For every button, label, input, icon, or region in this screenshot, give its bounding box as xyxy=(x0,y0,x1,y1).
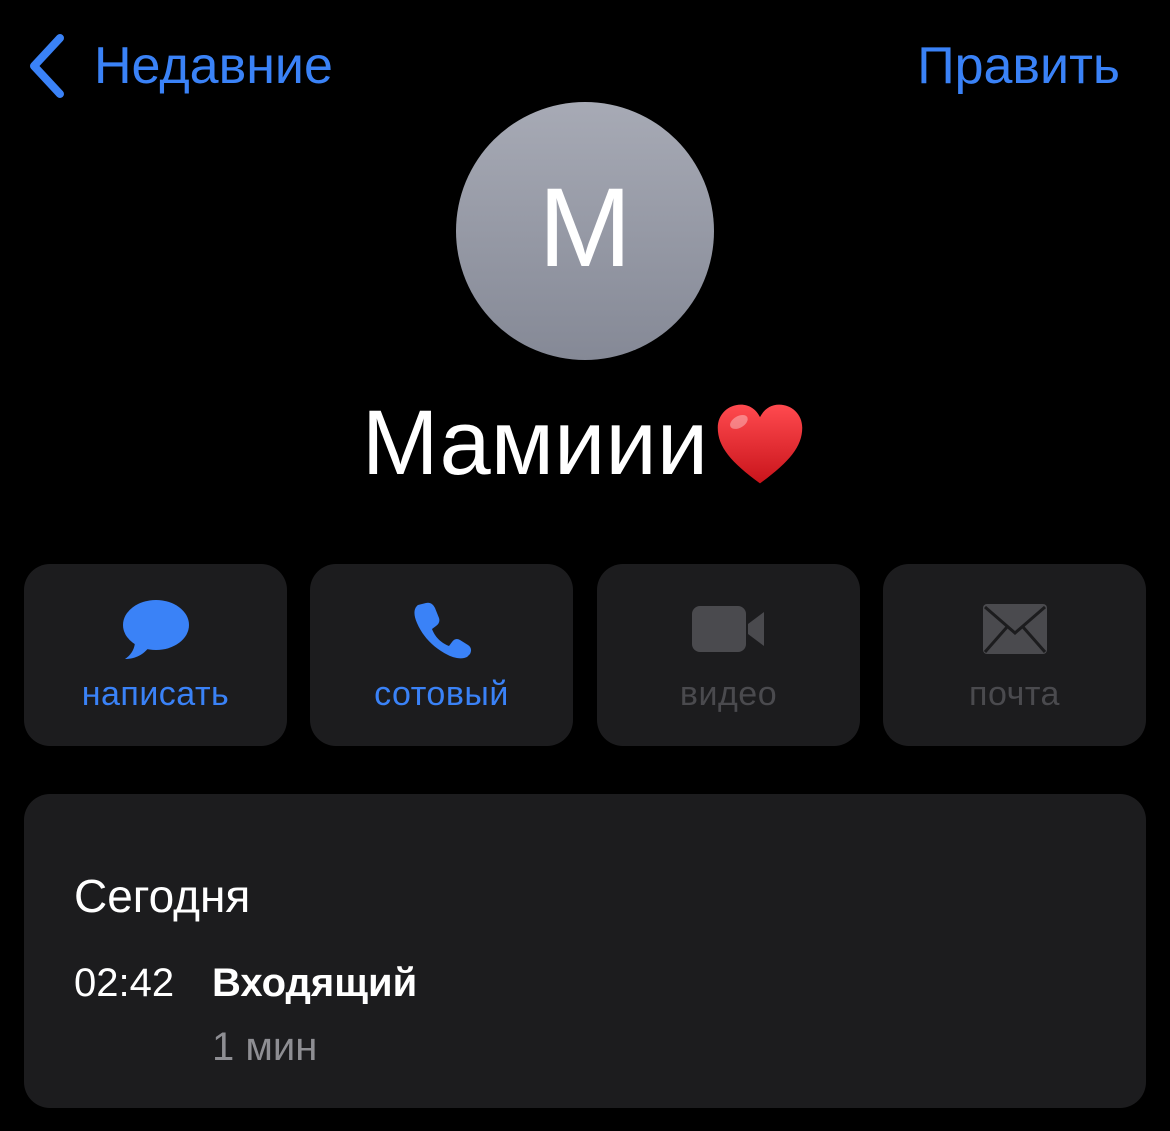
contact-name-row: Мамиии xyxy=(0,388,1170,498)
message-button-label: написать xyxy=(81,675,230,713)
call-history-date: Сегодня xyxy=(74,870,251,922)
video-camera-icon xyxy=(691,606,764,652)
mobile-call-button-label: сотовый xyxy=(374,675,509,713)
red-heart-icon xyxy=(717,404,803,484)
message-button[interactable]: написать xyxy=(24,564,287,746)
call-history-card: Сегодня 02:42 Входящий 1 мин xyxy=(24,794,1146,1108)
avatar-initial: М xyxy=(538,165,632,290)
phone-icon xyxy=(413,602,471,659)
call-time: 02:42 xyxy=(74,961,175,1005)
quick-actions: написать сотовый видео почта xyxy=(24,564,1146,746)
back-button[interactable]: Недавние xyxy=(24,30,333,102)
mobile-call-button[interactable]: сотовый xyxy=(310,564,573,746)
avatar: М xyxy=(456,102,714,360)
edit-button[interactable]: Править xyxy=(917,30,1120,102)
call-type: Входящий xyxy=(212,961,418,1005)
envelope-icon xyxy=(982,604,1047,654)
contact-name: Мамиии xyxy=(361,392,709,494)
call-duration: 1 мин xyxy=(212,1025,318,1069)
mail-button[interactable]: почта xyxy=(883,564,1146,746)
mail-button-label: почта xyxy=(969,675,1060,713)
video-call-button-label: видео xyxy=(679,675,778,713)
chevron-left-icon xyxy=(30,34,64,98)
back-button-label: Недавние xyxy=(94,37,333,95)
message-bubble-icon xyxy=(122,600,189,659)
video-call-button[interactable]: видео xyxy=(597,564,860,746)
